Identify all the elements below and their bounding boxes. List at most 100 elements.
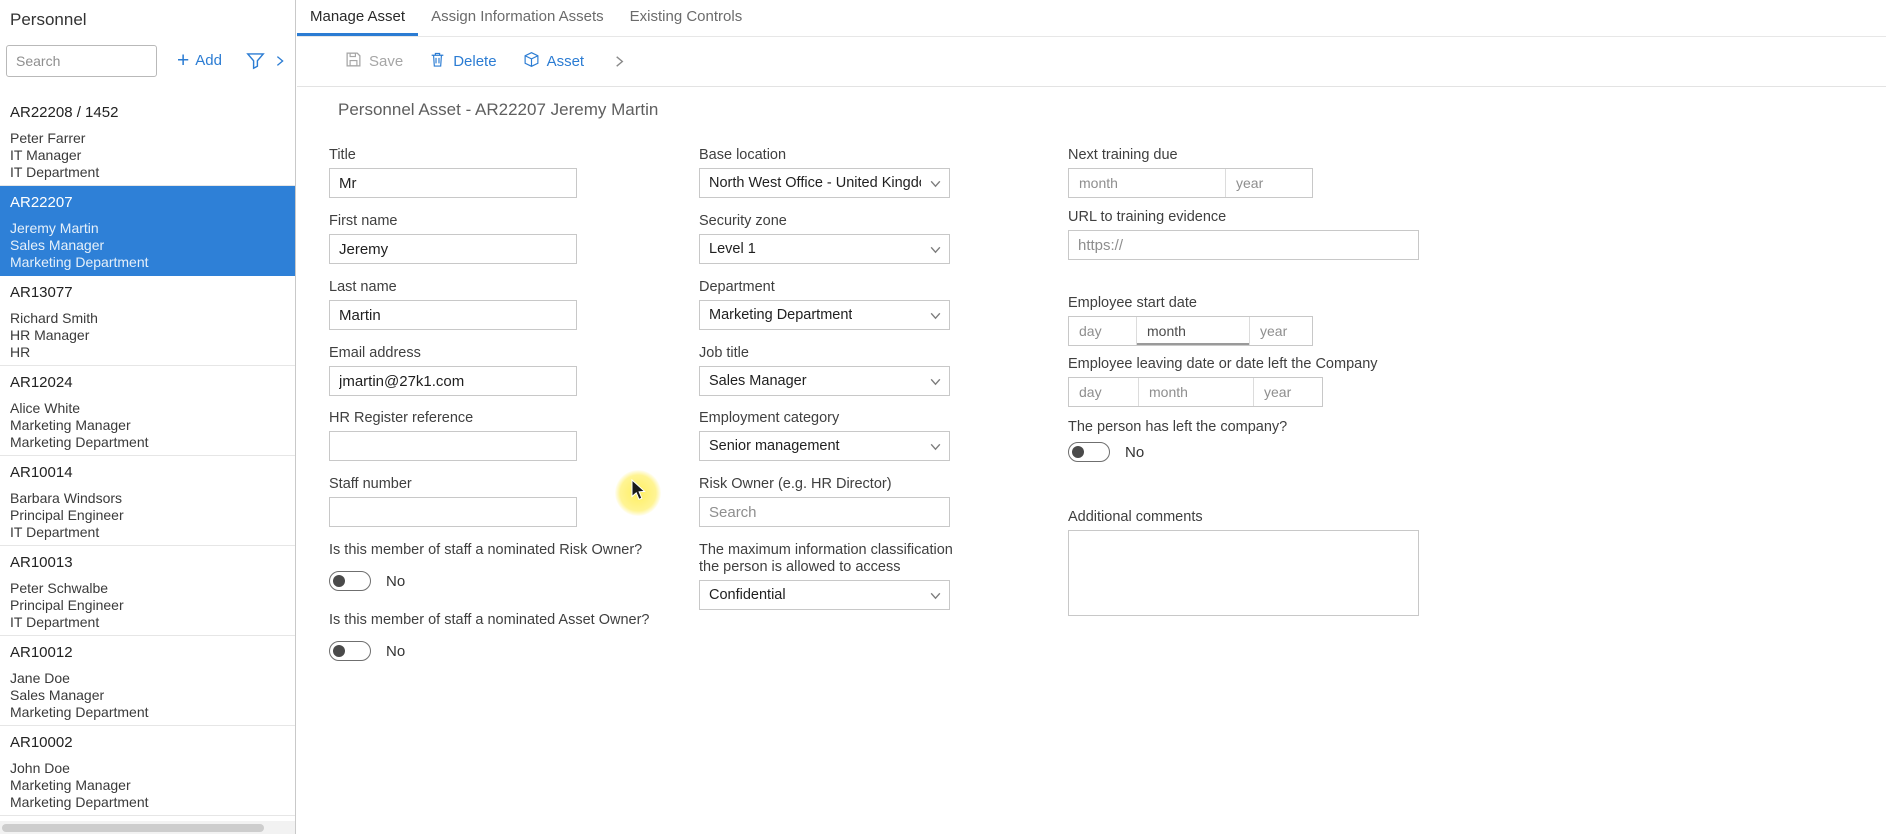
add-button[interactable]: + Add bbox=[177, 51, 222, 71]
list-item[interactable]: AR22208 / 1452 Peter Farrer IT Manager I… bbox=[0, 96, 295, 186]
select-value: North West Office - United Kingdom bbox=[709, 175, 921, 191]
person-name: Jane Doe bbox=[10, 670, 285, 687]
person-id: AR10014 bbox=[10, 464, 285, 481]
field-risk-owner-search: Risk Owner (e.g. HR Director) bbox=[699, 476, 950, 527]
asset-owner-toggle[interactable] bbox=[329, 641, 371, 661]
person-dept: IT Department bbox=[10, 614, 285, 631]
chevron-down-icon bbox=[929, 177, 942, 194]
person-role: HR Manager bbox=[10, 327, 285, 344]
toolbar-more-chevron-icon[interactable] bbox=[612, 54, 627, 69]
additional-comments-textarea[interactable] bbox=[1068, 530, 1419, 616]
risk-owner-search-input[interactable] bbox=[699, 497, 950, 527]
staff-number-input[interactable] bbox=[329, 497, 577, 527]
save-button[interactable]: Save bbox=[345, 51, 403, 72]
plus-icon: + bbox=[177, 51, 189, 71]
year-segment[interactable]: year bbox=[1254, 378, 1322, 406]
scrollbar-thumb[interactable] bbox=[2, 824, 264, 832]
day-segment[interactable]: day bbox=[1069, 378, 1139, 406]
person-name: Barbara Windsors bbox=[10, 490, 285, 507]
asset-button[interactable]: Asset bbox=[523, 51, 585, 72]
person-name: Peter Schwalbe bbox=[10, 580, 285, 597]
expand-chevron-icon[interactable] bbox=[273, 54, 287, 68]
field-base-location: Base location North West Office - United… bbox=[699, 147, 950, 198]
security-zone-select[interactable]: Level 1 bbox=[699, 234, 950, 264]
field-label: Staff number bbox=[329, 476, 577, 493]
save-button-label: Save bbox=[369, 53, 403, 70]
field-label: Job title bbox=[699, 345, 950, 362]
base-location-select[interactable]: North West Office - United Kingdom bbox=[699, 168, 950, 198]
toggle-knob bbox=[333, 645, 345, 657]
risk-owner-toggle[interactable] bbox=[329, 571, 371, 591]
delete-button[interactable]: Delete bbox=[429, 51, 496, 72]
field-next-training-due: Next training due month year bbox=[1068, 147, 1313, 198]
field-hr-register: HR Register reference bbox=[329, 410, 577, 461]
department-select[interactable]: Marketing Department bbox=[699, 300, 950, 330]
filter-icon[interactable] bbox=[246, 51, 265, 70]
field-max-classification: The maximum information classification t… bbox=[699, 542, 954, 610]
list-item-selected[interactable]: AR22207 Jeremy Martin Sales Manager Mark… bbox=[0, 186, 295, 276]
field-label: Title bbox=[329, 147, 577, 164]
field-label: Risk Owner (e.g. HR Director) bbox=[699, 476, 950, 493]
field-job-title: Job title Sales Manager bbox=[699, 345, 950, 396]
field-email: Email address bbox=[329, 345, 577, 396]
list-item[interactable]: AR10013 Peter Schwalbe Principal Enginee… bbox=[0, 546, 295, 636]
person-role: Principal Engineer bbox=[10, 597, 285, 614]
person-name: Peter Farrer bbox=[10, 130, 285, 147]
first-name-input[interactable] bbox=[329, 234, 577, 264]
chevron-down-icon bbox=[929, 309, 942, 326]
person-role: IT Manager bbox=[10, 147, 285, 164]
tab-manage-asset[interactable]: Manage Asset bbox=[297, 0, 418, 36]
tab-bar: Manage Asset Assign Information Assets E… bbox=[297, 0, 1886, 37]
title-input[interactable] bbox=[329, 168, 577, 198]
toggle-row: No bbox=[329, 571, 749, 591]
select-value: Level 1 bbox=[709, 241, 756, 257]
last-name-input[interactable] bbox=[329, 300, 577, 330]
person-name: John Doe bbox=[10, 760, 285, 777]
employee-start-date-input: day month year bbox=[1068, 316, 1313, 346]
month-segment[interactable]: month bbox=[1139, 378, 1254, 406]
horizontal-scrollbar[interactable] bbox=[0, 821, 295, 834]
hr-register-input[interactable] bbox=[329, 431, 577, 461]
field-employee-start-date: Employee start date day month year bbox=[1068, 295, 1313, 346]
field-asset-owner-question: Is this member of staff a nominated Asse… bbox=[329, 612, 749, 661]
list-item[interactable]: AR13077 Richard Smith HR Manager HR bbox=[0, 276, 295, 366]
sidebar: Personnel + Add AR22208 / 1452 Peter Far… bbox=[0, 0, 296, 834]
month-segment[interactable]: month bbox=[1069, 169, 1226, 197]
sidebar-search-row: + Add bbox=[6, 44, 287, 77]
tab-existing-controls[interactable]: Existing Controls bbox=[617, 0, 756, 36]
list-item[interactable]: AR10012 Jane Doe Sales Manager Marketing… bbox=[0, 636, 295, 726]
training-url-input[interactable] bbox=[1068, 230, 1419, 260]
field-employment-category: Employment category Senior management bbox=[699, 410, 950, 461]
person-name: Alice White bbox=[10, 400, 285, 417]
year-segment[interactable]: year bbox=[1250, 317, 1312, 345]
list-item[interactable]: AR10002 John Doe Marketing Manager Marke… bbox=[0, 726, 295, 816]
person-dept: Marketing Department bbox=[10, 704, 285, 721]
person-dept: Marketing Department bbox=[10, 794, 285, 811]
chevron-down-icon bbox=[929, 243, 942, 260]
job-title-select[interactable]: Sales Manager bbox=[699, 366, 950, 396]
day-segment[interactable]: day bbox=[1069, 317, 1137, 345]
person-role: Marketing Manager bbox=[10, 417, 285, 434]
search-input[interactable] bbox=[6, 45, 157, 77]
select-value: Confidential bbox=[709, 587, 786, 603]
employment-category-select[interactable]: Senior management bbox=[699, 431, 950, 461]
toggle-value: No bbox=[386, 643, 405, 660]
person-id: AR22208 / 1452 bbox=[10, 104, 285, 121]
field-left-company: The person has left the company? No bbox=[1068, 419, 1428, 462]
email-input[interactable] bbox=[329, 366, 577, 396]
person-name: Jeremy Martin bbox=[10, 220, 285, 237]
field-label: Is this member of staff a nominated Asse… bbox=[329, 612, 749, 629]
person-role: Sales Manager bbox=[10, 687, 285, 704]
max-classification-select[interactable]: Confidential bbox=[699, 580, 950, 610]
field-last-name: Last name bbox=[329, 279, 577, 330]
month-segment[interactable]: month bbox=[1137, 317, 1250, 345]
tab-assign-information-assets[interactable]: Assign Information Assets bbox=[418, 0, 617, 36]
toggle-knob bbox=[333, 575, 345, 587]
person-id: AR10013 bbox=[10, 554, 285, 571]
year-segment[interactable]: year bbox=[1226, 169, 1312, 197]
next-training-due-input: month year bbox=[1068, 168, 1313, 198]
left-company-toggle[interactable] bbox=[1068, 442, 1110, 462]
list-item[interactable]: AR12024 Alice White Marketing Manager Ma… bbox=[0, 366, 295, 456]
field-label: Employee leaving date or date left the C… bbox=[1068, 356, 1428, 373]
list-item[interactable]: AR10014 Barbara Windsors Principal Engin… bbox=[0, 456, 295, 546]
